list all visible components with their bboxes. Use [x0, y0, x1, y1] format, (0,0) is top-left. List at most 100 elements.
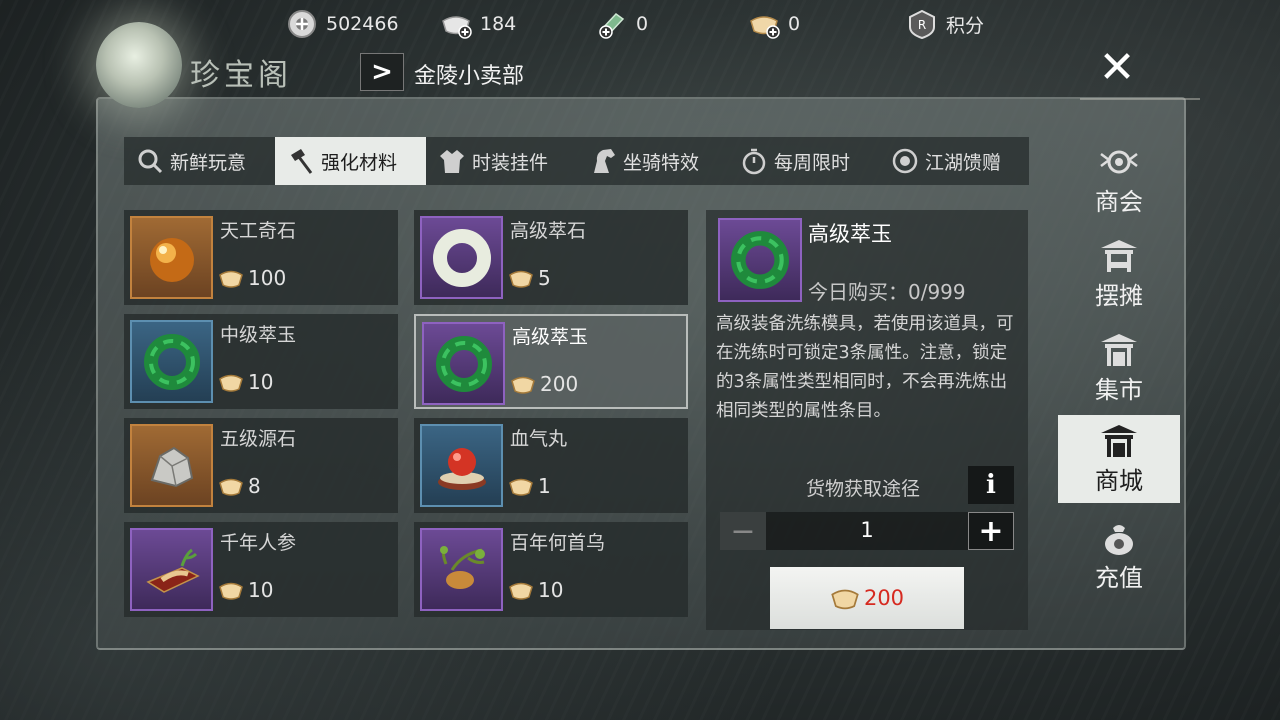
item-detail-panel: 高级萃玉 今日购买：0/999 高级装备洗练模具，若使用该道具，可在洗练时可锁定…: [706, 210, 1028, 630]
nav-label: 充值: [1095, 563, 1143, 592]
category-tabs: 新鲜玩意 强化材料 时装挂件 坐骑特效 每周限时 江湖馈赠: [124, 137, 1029, 185]
purchase-count: 今日购买：0/999: [808, 280, 966, 304]
jade-plus-icon: [596, 9, 628, 39]
green-ring-icon: [130, 320, 213, 403]
mall-icon: [1097, 423, 1141, 459]
item-price-value: 5: [538, 266, 551, 290]
ingot-icon: [219, 478, 243, 496]
item-price-value: 1: [538, 474, 551, 498]
item-name: 高级萃玉: [512, 326, 589, 348]
tab-weekly[interactable]: 每周限时: [728, 137, 879, 185]
nav-label: 集市: [1095, 375, 1143, 404]
buy-button[interactable]: 200: [770, 567, 964, 629]
currency-silver[interactable]: 184: [440, 8, 516, 40]
quantity-value[interactable]: 1: [780, 518, 954, 542]
item-name: 天工奇石: [220, 220, 297, 242]
item-price-value: 10: [248, 578, 274, 602]
item-price: 5: [508, 266, 551, 290]
tab-label: 每周限时: [774, 151, 851, 174]
money-bag-icon: [1097, 520, 1141, 556]
stall-icon: [1097, 238, 1141, 274]
item-card[interactable]: 千年人参 10: [124, 522, 398, 617]
tab-gift[interactable]: 江湖馈赠: [879, 137, 1029, 185]
currency-ingot[interactable]: 0: [748, 8, 800, 40]
rock-icon: [130, 424, 213, 507]
currency-points[interactable]: R 积分: [906, 8, 984, 40]
currency-jade[interactable]: 0: [596, 8, 648, 40]
tab-enhance[interactable]: 强化材料: [275, 137, 426, 185]
nav-stall[interactable]: 摆摊: [1058, 230, 1180, 318]
detail-item-name: 高级萃玉: [808, 222, 892, 246]
currency-coin[interactable]: 502466: [286, 8, 399, 40]
item-name: 百年何首乌: [510, 532, 606, 554]
ingot-icon: [509, 582, 533, 600]
item-price: 10: [218, 578, 273, 602]
tab-fresh[interactable]: 新鲜玩意: [124, 137, 275, 185]
market-icon: [1097, 332, 1141, 368]
item-name: 血气丸: [510, 428, 568, 450]
item-price-value: 200: [540, 372, 579, 396]
subshop-title: 金陵小卖部: [414, 64, 525, 89]
tab-mount[interactable]: 坐骑特效: [577, 137, 728, 185]
coin-ring-icon: [891, 147, 919, 175]
nav-market[interactable]: 集市: [1058, 324, 1180, 412]
silver-value: 184: [480, 13, 517, 35]
nav-chamber[interactable]: 商会: [1058, 136, 1180, 224]
item-name: 五级源石: [220, 428, 297, 450]
item-price: 200: [510, 372, 578, 396]
ingot-value: 0: [788, 13, 801, 35]
item-card-selected[interactable]: 高级萃玉 200: [414, 314, 688, 409]
increase-button[interactable]: +: [968, 512, 1014, 550]
nav-label: 商会: [1095, 187, 1143, 216]
silver-plus-icon: [440, 9, 472, 39]
ingot-plus-icon: [748, 9, 780, 39]
ingot-icon: [509, 270, 533, 288]
chamber-icon: [1097, 144, 1141, 180]
hammer-icon: [287, 147, 315, 175]
nav-mall[interactable]: 商城: [1058, 415, 1180, 503]
close-button[interactable]: ✕: [1086, 36, 1148, 98]
item-card[interactable]: 天工奇石 100: [124, 210, 398, 305]
robe-icon: [438, 147, 466, 175]
ingot-icon: [219, 270, 243, 288]
green-ring-icon: [718, 218, 802, 302]
horse-icon: [589, 147, 617, 175]
item-card[interactable]: 五级源石 8: [124, 418, 398, 513]
coin-value: 502466: [326, 13, 399, 35]
item-price: 10: [508, 578, 563, 602]
item-price-value: 8: [248, 474, 261, 498]
tab-fashion[interactable]: 时装挂件: [426, 137, 577, 185]
tab-label: 强化材料: [321, 151, 398, 174]
moon-decoration: [96, 22, 182, 108]
item-card[interactable]: 高级萃石 5: [414, 210, 688, 305]
coin-icon: [286, 9, 318, 39]
decrease-button[interactable]: −: [720, 512, 766, 550]
item-card[interactable]: 血气丸 1: [414, 418, 688, 513]
nav-recharge[interactable]: 充值: [1058, 512, 1180, 600]
subshop-arrow-button[interactable]: >: [360, 53, 404, 91]
item-card[interactable]: 百年何首乌 10: [414, 522, 688, 617]
magnifier-icon: [136, 147, 164, 175]
green-ring-icon: [422, 322, 505, 405]
item-name: 高级萃石: [510, 220, 587, 242]
root-icon: [420, 528, 503, 611]
points-label: 积分: [946, 14, 985, 37]
info-button[interactable]: i: [968, 466, 1014, 504]
item-price: 100: [218, 266, 286, 290]
tab-label: 坐骑特效: [623, 151, 700, 174]
item-price: 10: [218, 370, 273, 394]
svg-text:R: R: [918, 18, 926, 32]
ingot-icon: [831, 589, 859, 610]
item-price: 1: [508, 474, 551, 498]
points-icon: R: [906, 9, 938, 39]
orb-icon: [130, 216, 213, 299]
item-card[interactable]: 中级萃玉 10: [124, 314, 398, 409]
ginseng-icon: [130, 528, 213, 611]
item-name: 千年人参: [220, 532, 297, 554]
nav-label: 商城: [1095, 466, 1143, 495]
tab-label: 江湖馈赠: [925, 151, 1002, 174]
stopwatch-icon: [740, 147, 768, 175]
jade-value: 0: [636, 13, 649, 35]
shop-title: 珍宝阁: [190, 58, 292, 93]
white-ring-icon: [420, 216, 503, 299]
